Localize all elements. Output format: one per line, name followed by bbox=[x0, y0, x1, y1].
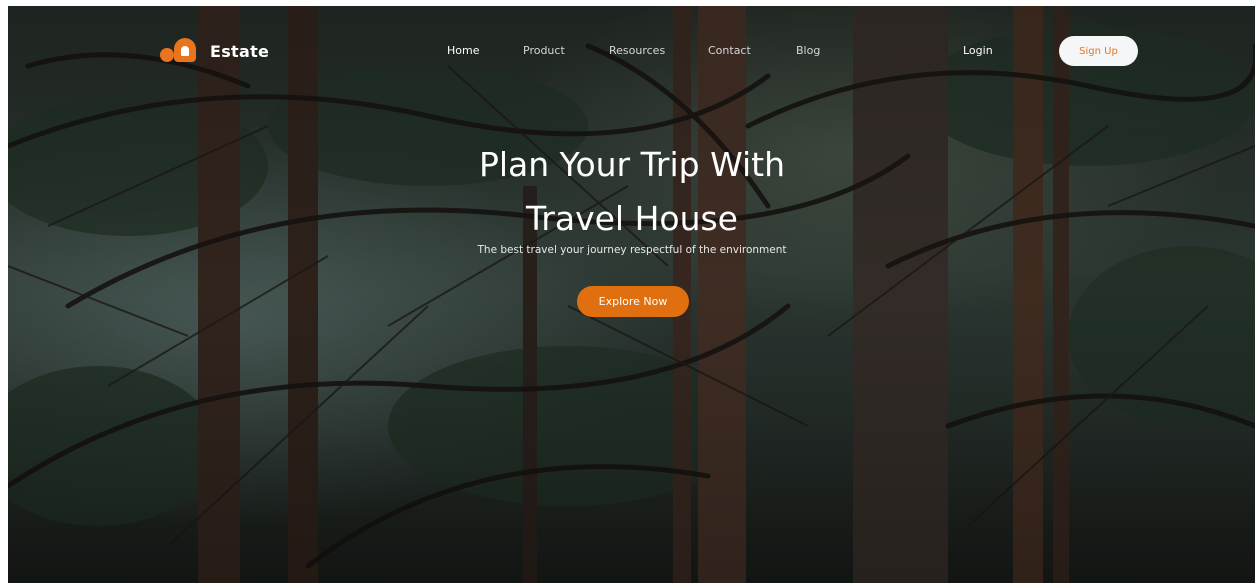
hero-title: Plan Your Trip With Travel House bbox=[382, 138, 882, 246]
explore-now-button[interactable]: Explore Now bbox=[577, 286, 689, 317]
hero-subtitle: The best travel your journey respectful … bbox=[477, 244, 787, 256]
logo-icon bbox=[158, 38, 198, 64]
hero-title-line-1: Plan Your Trip With bbox=[478, 145, 786, 184]
nav-link-blog[interactable]: Blog bbox=[796, 44, 820, 57]
hero-title-line-2: Travel House bbox=[525, 199, 738, 238]
nav-link-contact[interactable]: Contact bbox=[708, 44, 751, 57]
nav-link-product[interactable]: Product bbox=[523, 44, 565, 57]
hero-section: Estate Home Product Resources Contact Bl… bbox=[8, 6, 1255, 583]
sign-up-button[interactable]: Sign Up bbox=[1059, 36, 1138, 66]
brand-logo[interactable]: Estate bbox=[158, 38, 269, 64]
brand-name: Estate bbox=[210, 41, 270, 61]
nav-link-home[interactable]: Home bbox=[447, 44, 479, 57]
nav-link-resources[interactable]: Resources bbox=[609, 44, 665, 57]
login-link[interactable]: Login bbox=[963, 44, 993, 57]
